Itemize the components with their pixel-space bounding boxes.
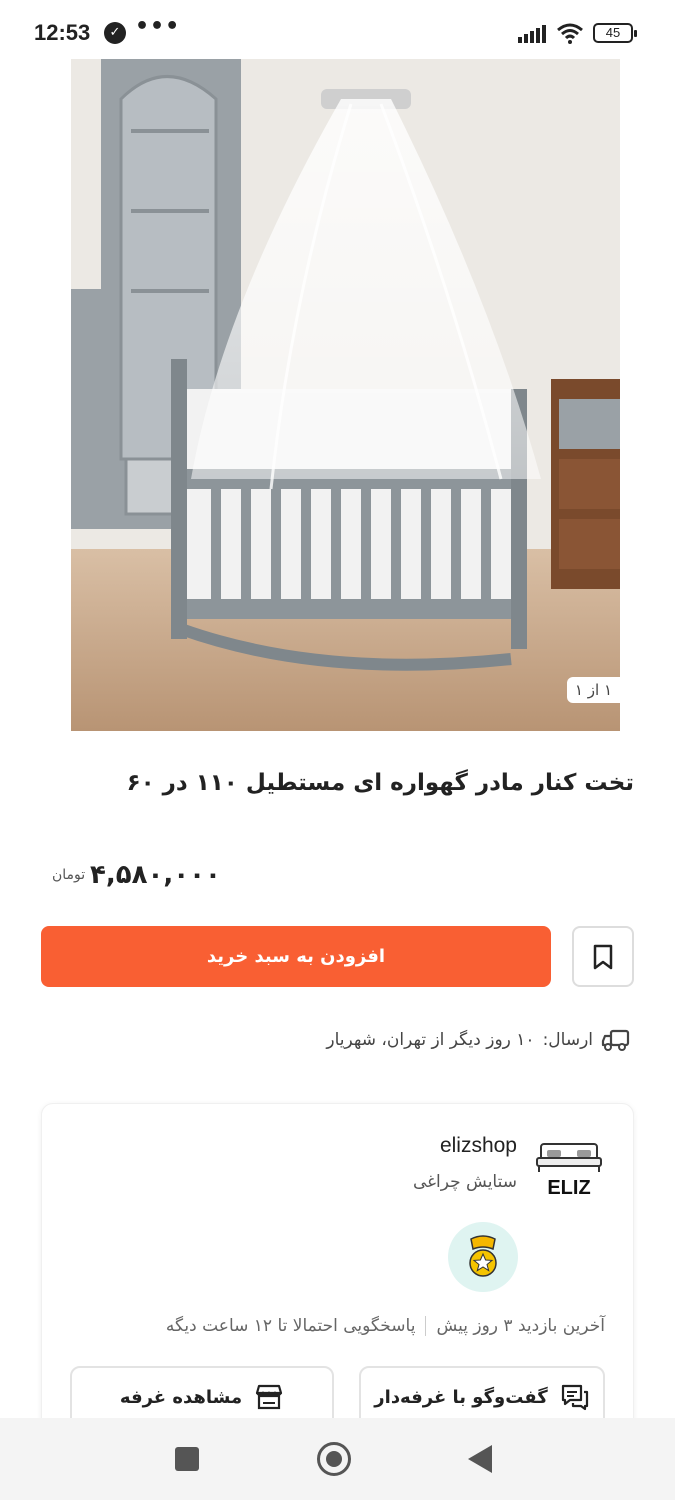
truck-icon [601, 1029, 630, 1051]
bookmark-button[interactable] [572, 926, 634, 987]
signal-icon [518, 25, 546, 43]
price-value: ۴,۵۸۰,۰۰۰ [90, 860, 221, 890]
shipping-info: ارسال: ۱۰ روز دیگر از تهران، شهریار [326, 1028, 631, 1052]
bed-logo-icon: ELIZ [536, 1143, 602, 1199]
price-row: تومان ۴,۵۸۰,۰۰۰ [52, 855, 221, 895]
seller-card: ELIZ elizshop ستایش چراغی آخرین بازدید ۳… [41, 1103, 634, 1463]
bookmark-icon [593, 944, 613, 969]
status-bar: 12:53 ✓ ••• 45 [0, 0, 675, 62]
image-counter: ۱ از ۱ [566, 677, 620, 703]
price-currency: تومان [52, 866, 86, 883]
wifi-icon [557, 23, 583, 44]
seller-name[interactable]: elizshop [440, 1134, 517, 1158]
recents-button[interactable] [175, 1447, 199, 1471]
logo-text: ELIZ [547, 1177, 590, 1199]
seller-badge[interactable] [448, 1222, 518, 1292]
chat-icon [561, 1384, 588, 1411]
seller-logo[interactable]: ELIZ [533, 1130, 605, 1202]
response-time-text: پاسخگویی احتمالا تا ۱۲ ساعت دیگه [165, 1316, 416, 1336]
store-button-label: مشاهده غرفه [119, 1386, 243, 1408]
crib-illustration [71, 59, 620, 731]
home-button[interactable] [317, 1442, 351, 1476]
battery-icon: 45 [593, 23, 637, 43]
product-image[interactable]: ۱ از ۱ [71, 59, 620, 731]
star-medal-icon [469, 1235, 497, 1277]
shipping-label: ارسال: [542, 1030, 593, 1050]
shield-check-icon: ✓ [104, 22, 126, 44]
status-time: 12:53 [34, 20, 91, 45]
product-title: تخت کنار مادر گهواره ای مستطیل ۱۱۰ در ۶۰ [126, 770, 634, 796]
seller-activity: آخرین بازدید ۳ روز پیش پاسخگویی احتمالا … [166, 1316, 605, 1336]
divider [425, 1316, 427, 1336]
add-to-cart-button[interactable]: افزودن به سبد خرید [41, 926, 551, 987]
chat-button-label: گفت‌وگو با غرفه‌دار [374, 1386, 548, 1408]
system-nav-bar [0, 1418, 675, 1500]
seller-owner: ستایش چراغی [412, 1172, 517, 1192]
back-button[interactable] [468, 1445, 492, 1473]
shipping-text: ۱۰ روز دیگر از تهران، شهریار [326, 1030, 535, 1050]
store-icon [255, 1384, 283, 1410]
last-visit-text: آخرین بازدید ۳ روز پیش [436, 1316, 605, 1336]
more-notifications-icon: ••• [135, 14, 181, 39]
